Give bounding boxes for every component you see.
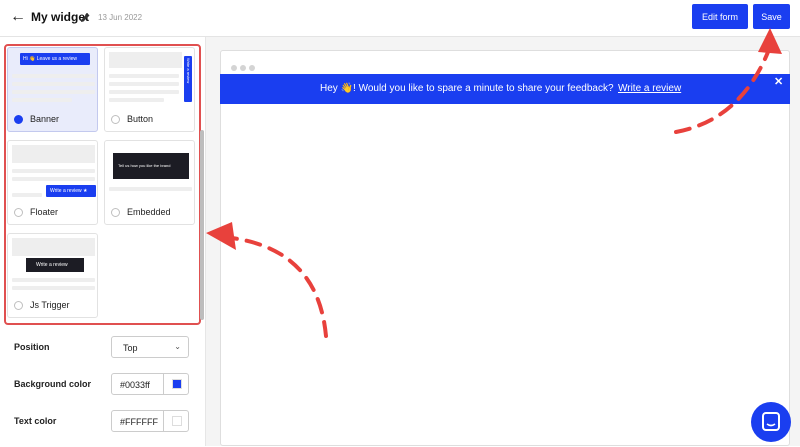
mini-side-button: Write a review: [184, 56, 192, 102]
widget-type-label: Button: [127, 114, 154, 124]
embedded-preview-thumbnail: Tell us how you like the brand: [109, 145, 192, 195]
chat-icon: [762, 412, 780, 431]
preview-banner: Hey 👋! Would you like to spare a minute …: [220, 74, 790, 104]
button-preview-thumbnail: Write a review: [109, 52, 192, 102]
js-trigger-preview-thumbnail: Write a review: [12, 238, 95, 290]
text-color-input[interactable]: #FFFFFF: [111, 410, 189, 432]
widget-type-embedded[interactable]: Tell us how you like the brand Embedded: [104, 140, 195, 225]
radio-banner[interactable]: [14, 115, 23, 124]
background-color-label: Background color: [14, 379, 92, 389]
mini-floater-button: Write a review ★: [46, 185, 96, 197]
widget-type-banner[interactable]: Hi 👋 Leave us a review Banner: [7, 47, 98, 132]
mini-trigger-button: Write a review: [26, 258, 84, 272]
text-color-swatch[interactable]: [163, 411, 189, 431]
mini-embedded-card: Tell us how you like the brand: [113, 153, 189, 179]
position-select[interactable]: Top ⌄: [111, 336, 189, 358]
widget-type-label: Js Trigger: [30, 300, 70, 310]
widget-type-label: Embedded: [127, 207, 171, 217]
text-color-value: #FFFFFF: [120, 417, 158, 427]
position-label: Position: [14, 342, 50, 352]
widget-type-label: Banner: [30, 114, 60, 124]
background-color-value: #0033ff: [120, 380, 150, 390]
chat-launcher-button[interactable]: [751, 402, 791, 442]
chevron-down-icon: ⌄: [174, 342, 181, 351]
save-button[interactable]: Save: [753, 4, 790, 29]
panel-scrollbar[interactable]: [200, 130, 204, 320]
edit-form-button[interactable]: Edit form: [692, 4, 748, 29]
radio-embedded[interactable]: [111, 208, 120, 217]
position-value: Top: [123, 343, 138, 353]
widget-type-js-trigger[interactable]: Write a review Js Trigger: [7, 233, 98, 318]
radio-button[interactable]: [111, 115, 120, 124]
widget-type-label: Floater: [30, 207, 59, 217]
widget-type-floater[interactable]: Write a review ★ Floater: [7, 140, 98, 225]
radio-floater[interactable]: [14, 208, 23, 217]
mini-banner-bar: Hi 👋 Leave us a review: [20, 53, 90, 65]
last-edited-date: 13 Jun 2022: [98, 13, 143, 22]
banner-preview-thumbnail: Hi 👋 Leave us a review: [12, 52, 95, 102]
browser-mockup: [220, 50, 790, 446]
radio-js-trigger[interactable]: [14, 301, 23, 310]
background-color-swatch[interactable]: [163, 374, 189, 394]
text-color-label: Text color: [14, 416, 57, 426]
back-arrow-icon[interactable]: ←: [10, 9, 26, 25]
close-icon[interactable]: ✕: [774, 75, 783, 88]
pencil-icon[interactable]: [80, 10, 91, 28]
top-bar: ← My widget 13 Jun 2022 Edit form Save: [0, 0, 800, 37]
write-review-link[interactable]: Write a review: [618, 83, 681, 94]
banner-message: Hey 👋! Would you like to spare a minute …: [320, 83, 614, 94]
background-color-input[interactable]: #0033ff: [111, 373, 189, 395]
floater-preview-thumbnail: Write a review ★: [12, 145, 96, 197]
widget-type-selector: Hi 👋 Leave us a review Banner Write a re…: [4, 44, 201, 325]
widget-type-button[interactable]: Write a review Button: [104, 47, 195, 132]
